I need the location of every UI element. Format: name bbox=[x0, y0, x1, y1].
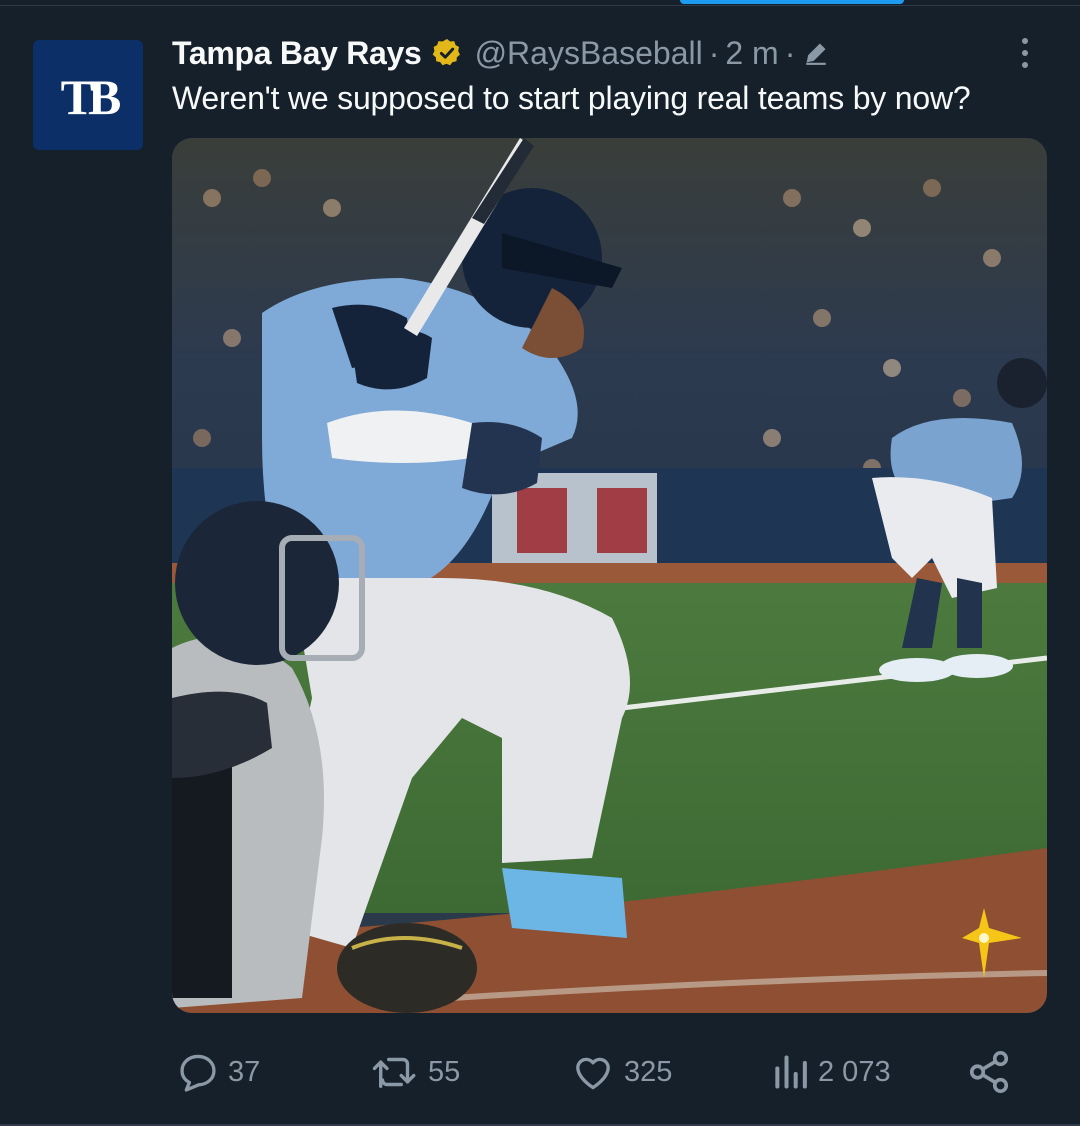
edited-pencil-icon[interactable] bbox=[803, 40, 829, 66]
timestamp[interactable]: 2 m bbox=[725, 35, 778, 72]
handle[interactable]: @RaysBaseball bbox=[475, 35, 703, 72]
separator-dot: · bbox=[708, 34, 720, 71]
baseball-photo bbox=[172, 138, 1047, 1013]
more-vertical-icon bbox=[1022, 62, 1028, 68]
more-vertical-icon bbox=[1022, 38, 1028, 44]
share-button[interactable] bbox=[966, 1040, 1012, 1104]
separator-dot: · bbox=[784, 34, 796, 71]
reply-icon bbox=[176, 1050, 220, 1094]
tweet-text: Weren't we supposed to start playing rea… bbox=[172, 80, 971, 116]
more-options-button[interactable] bbox=[1010, 33, 1040, 73]
like-count: 325 bbox=[624, 1055, 673, 1088]
avatar[interactable]: TB bbox=[33, 40, 143, 150]
heart-icon bbox=[570, 1050, 616, 1094]
tweet-photo[interactable] bbox=[172, 138, 1047, 1013]
tweet-actions-bar: 37 55 325 2 073 bbox=[172, 1040, 1047, 1104]
tweet-header: Tampa Bay Rays @RaysBaseball · 2 m · bbox=[172, 33, 829, 73]
avatar-logo: TB bbox=[61, 69, 120, 125]
retweet-button[interactable]: 55 bbox=[370, 1040, 460, 1104]
like-button[interactable]: 325 bbox=[570, 1040, 672, 1104]
top-divider bbox=[0, 5, 1080, 6]
display-name[interactable]: Tampa Bay Rays bbox=[172, 35, 422, 72]
share-icon bbox=[966, 1049, 1012, 1095]
retweet-icon bbox=[370, 1050, 420, 1094]
reply-button[interactable]: 37 bbox=[176, 1040, 260, 1104]
views-button[interactable]: 2 073 bbox=[770, 1040, 891, 1104]
more-vertical-icon bbox=[1022, 50, 1028, 56]
verified-badge-icon bbox=[431, 37, 463, 69]
retweet-count: 55 bbox=[428, 1055, 461, 1088]
active-tab-indicator bbox=[680, 0, 904, 4]
views-bar-chart-icon bbox=[770, 1050, 810, 1094]
reply-count: 37 bbox=[228, 1055, 261, 1088]
views-count: 2 073 bbox=[818, 1055, 891, 1088]
